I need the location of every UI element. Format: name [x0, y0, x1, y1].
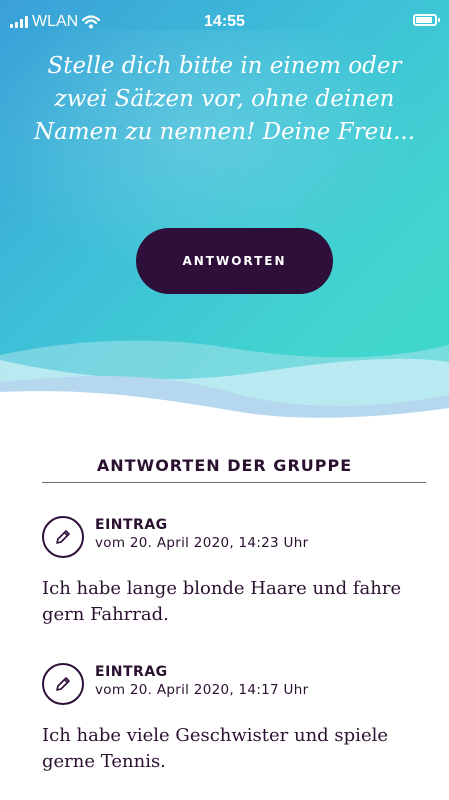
question-prompt: Stelle dich bitte in einem oder zwei Sät…: [30, 50, 419, 149]
prompt-line: Namen zu nennen! Deine Freu...: [33, 119, 416, 145]
entry-item: EINTRAG vom 20. April 2020, 14:23 Uhr Ic…: [42, 516, 432, 628]
entry-date: vom 20. April 2020, 14:23 Uhr: [95, 535, 309, 551]
prompt-line: Stelle dich bitte in einem oder: [47, 53, 402, 79]
answer-button[interactable]: ANTWORTEN: [136, 228, 333, 294]
pencil-icon: [42, 516, 84, 558]
entry-date: vom 20. April 2020, 14:17 Uhr: [95, 682, 309, 698]
status-bar: WLAN 14:55: [0, 0, 449, 38]
entry-label: EINTRAG: [95, 517, 168, 533]
status-time: 14:55: [204, 13, 245, 30]
wave-decoration: [0, 340, 449, 420]
entry-label: EINTRAG: [95, 664, 168, 680]
section-divider: [42, 482, 426, 483]
battery-icon: [413, 14, 440, 26]
entry-text: Ich habe viele Geschwister und spiele ge…: [42, 725, 388, 772]
entry-text: Ich habe lange blonde Haare und fahre ge…: [42, 578, 402, 625]
entry-header: EINTRAG vom 20. April 2020, 14:23 Uhr: [42, 516, 432, 560]
entry-item: EINTRAG vom 20. April 2020, 14:17 Uhr Ic…: [42, 663, 432, 775]
hero-header: WLAN 14:55 Stelle dich bitte in einem od…: [0, 0, 449, 420]
section-title: ANTWORTEN DER GRUPPE: [96, 456, 353, 475]
entry-header: EINTRAG vom 20. April 2020, 14:17 Uhr: [42, 663, 432, 707]
pencil-icon: [42, 663, 84, 705]
prompt-line: zwei Sätzen vor, ohne deinen: [54, 86, 395, 112]
